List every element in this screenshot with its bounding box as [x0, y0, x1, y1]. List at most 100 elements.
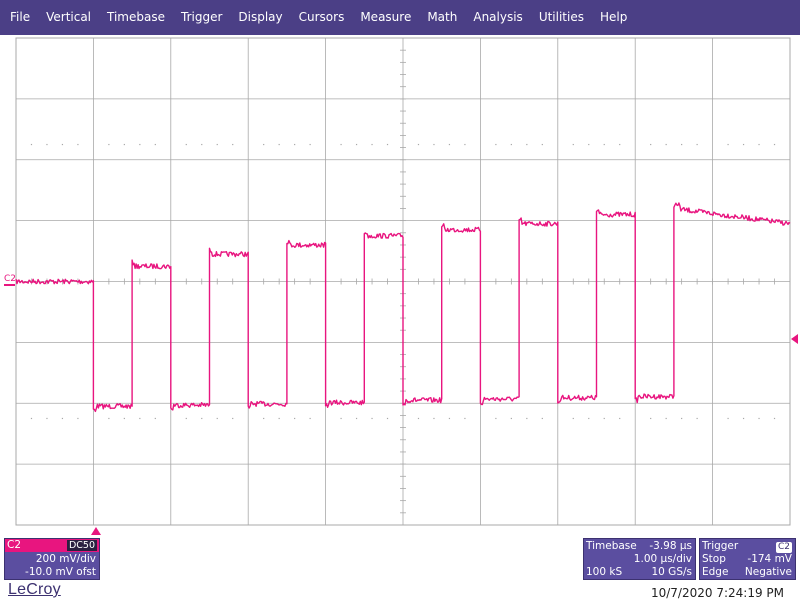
grid-dot	[216, 417, 218, 420]
grid-dot	[510, 417, 512, 420]
grid-dot	[742, 143, 745, 146]
grid-dot	[185, 417, 187, 420]
menu-measure[interactable]: Measure	[352, 0, 419, 35]
grid-dot	[108, 143, 110, 146]
menu-vertical[interactable]: Vertical	[38, 0, 99, 35]
grid-dot	[386, 143, 389, 146]
trigger-source-badge: C2	[775, 542, 792, 553]
trigger-level: -174 mV	[747, 553, 792, 565]
lecroy-logo: LeCroy	[8, 581, 61, 598]
grid-dot	[386, 417, 389, 420]
grid-dot	[603, 143, 605, 146]
grid-dot	[278, 417, 280, 420]
grid-dot	[541, 143, 543, 146]
grid-dot	[464, 417, 466, 420]
trigger-level-marker[interactable]	[791, 334, 798, 344]
grid-dot	[773, 417, 776, 420]
menu-bar: File Vertical Timebase Trigger Display C…	[0, 0, 800, 35]
trigger-slope: Negative	[744, 566, 792, 578]
grid-dot	[572, 143, 574, 146]
grid-dot	[742, 417, 745, 420]
grid-dot	[495, 143, 497, 146]
menu-math[interactable]: Math	[419, 0, 465, 35]
grid-dot	[665, 143, 667, 146]
grid-dot	[588, 143, 590, 146]
grid-dot	[294, 417, 296, 420]
grid-dot	[278, 143, 280, 146]
sample-count: 100 kS	[586, 566, 623, 578]
grid-dot	[371, 417, 373, 420]
grid-dot	[139, 417, 141, 420]
grid-dot	[650, 417, 652, 420]
grid-dot	[727, 417, 729, 420]
grid-dot	[61, 417, 64, 420]
grid-dot	[758, 417, 760, 420]
timebase-panel[interactable]: Timebase -3.98 µs 1.00 µs/div 100 kS 10 …	[583, 538, 696, 580]
grid-dot	[46, 417, 48, 420]
grid-dot	[309, 417, 311, 420]
menu-analysis[interactable]: Analysis	[465, 0, 530, 35]
trigger-position-marker[interactable]	[91, 527, 101, 535]
grid-dot	[448, 143, 451, 146]
menu-file[interactable]: File	[2, 0, 38, 35]
grid-dot	[417, 417, 420, 420]
channel-c2-panel[interactable]: C2 DC50 200 mV/div -10.0 mV ofst	[4, 538, 100, 580]
grid-dot	[541, 417, 543, 420]
grid-dot	[572, 417, 574, 420]
channel-zero-marker[interactable]	[4, 284, 15, 286]
grid-dot	[773, 143, 776, 146]
grid-dot	[526, 143, 528, 146]
timebase-delay: -3.98 µs	[649, 540, 692, 552]
grid-dot	[371, 143, 373, 146]
grid-dot	[696, 417, 698, 420]
grid-dot	[433, 143, 435, 146]
vertical-offset: -10.0 mV ofst	[25, 566, 96, 578]
grid-dot	[123, 143, 125, 146]
grid-dot	[154, 417, 156, 420]
grid-dot	[603, 417, 605, 420]
grid-dot	[263, 417, 265, 420]
grid-dot	[417, 143, 420, 146]
grid-dot	[77, 143, 79, 146]
sample-rate: 10 GS/s	[651, 566, 692, 578]
grid-dot	[340, 417, 342, 420]
grid-dot	[30, 143, 33, 146]
grid-dot	[61, 143, 64, 146]
grid-dot	[355, 417, 358, 420]
channel-marker-c2[interactable]: C2	[4, 274, 16, 284]
timestamp: 10/7/2020 7:24:19 PM	[650, 586, 784, 600]
grid-dot	[588, 417, 590, 420]
menu-cursors[interactable]: Cursors	[291, 0, 353, 35]
grid-dot	[448, 417, 451, 420]
grid-dot	[433, 417, 435, 420]
menu-timebase[interactable]: Timebase	[99, 0, 173, 35]
menu-help[interactable]: Help	[592, 0, 635, 35]
grid-dot	[665, 417, 667, 420]
menu-utilities[interactable]: Utilities	[531, 0, 592, 35]
oscilloscope-display[interactable]: C2	[0, 35, 800, 535]
grid-dot	[758, 143, 760, 146]
grid-dot	[650, 143, 652, 146]
grid-dot	[510, 143, 512, 146]
timebase-title: Timebase	[586, 540, 637, 552]
grid-dot	[232, 417, 234, 420]
grid-dot	[232, 143, 234, 146]
menu-display[interactable]: Display	[230, 0, 290, 35]
grid-dot	[263, 143, 265, 146]
channel-name: C2	[7, 539, 22, 551]
grid-dot	[696, 143, 698, 146]
grid-dot	[309, 143, 311, 146]
grid-dot	[123, 417, 125, 420]
grid-dot	[108, 417, 110, 420]
grid-dot	[681, 143, 683, 146]
grid-dot	[139, 143, 141, 146]
grid-dot	[355, 143, 358, 146]
grid-dot	[464, 143, 466, 146]
channel-c2-header: C2 DC50	[5, 539, 99, 552]
trigger-mode: Stop	[702, 553, 726, 565]
trigger-panel[interactable]: Trigger C2 Stop -174 mV Edge Negative	[699, 538, 796, 580]
trigger-title: Trigger	[702, 540, 739, 552]
trigger-type: Edge	[702, 566, 729, 578]
menu-trigger[interactable]: Trigger	[173, 0, 230, 35]
vertical-scale: 200 mV/div	[35, 553, 96, 565]
